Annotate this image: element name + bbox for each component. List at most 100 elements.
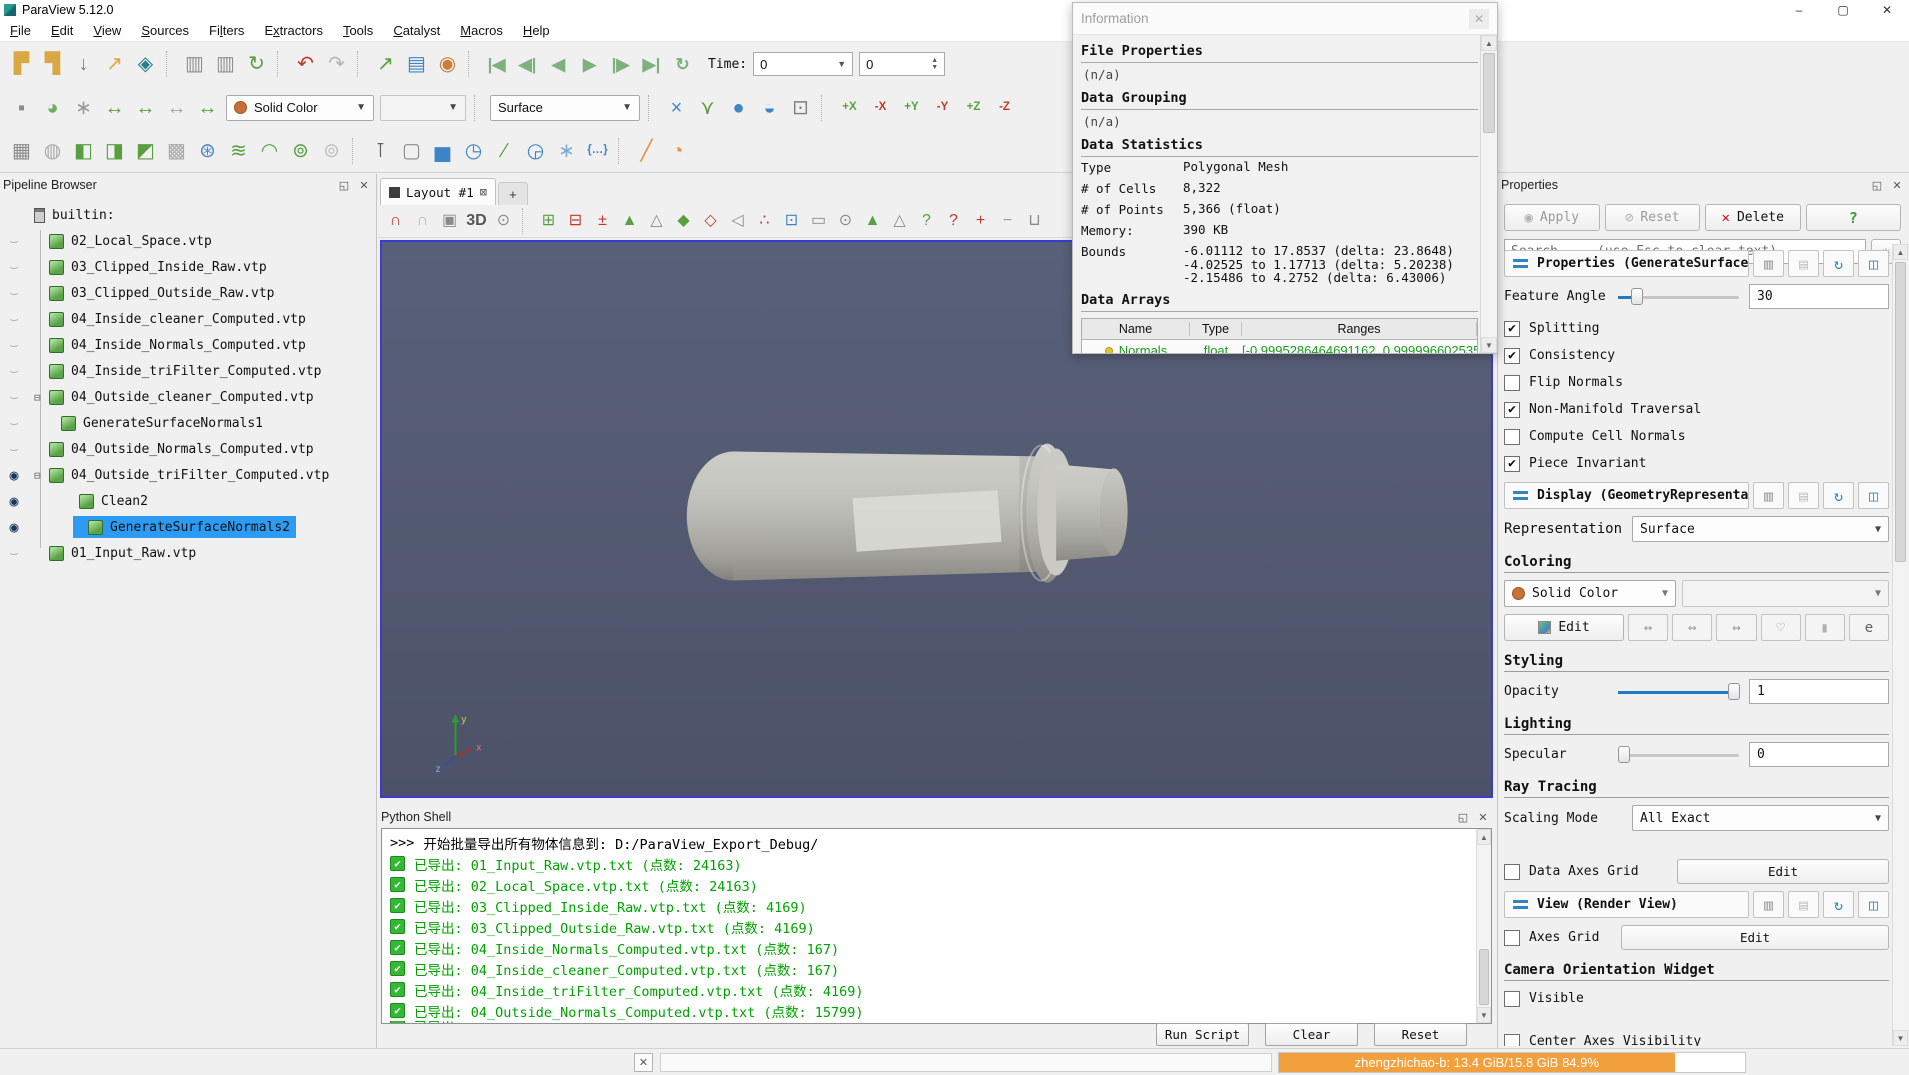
select-cells-on-icon[interactable]: × — [661, 92, 692, 123]
menu-item[interactable]: View — [83, 21, 131, 40]
previous-frame-icon[interactable]: ◀| — [512, 49, 543, 80]
reset-defaults-icon[interactable]: ↗ — [370, 49, 401, 80]
restore-defaults-icon[interactable]: ↻ — [1823, 482, 1854, 509]
extract-group-icon[interactable]: ⊚ — [316, 135, 347, 166]
select-frustum-points-icon[interactable]: ◇ — [697, 208, 724, 235]
visibility-eye-icon[interactable] — [0, 466, 28, 484]
visibility-eye-icon[interactable] — [0, 232, 28, 250]
rescale-to-data-range-icon[interactable]: ↔ — [99, 92, 130, 123]
edit-color-map-button[interactable]: Edit — [1504, 614, 1624, 641]
visibility-eye-icon[interactable] — [0, 518, 28, 536]
axes-grid-edit-button[interactable]: Edit — [1621, 925, 1889, 950]
menu-item[interactable]: Filters — [199, 21, 254, 40]
copy-properties-icon[interactable]: ▥ — [1753, 250, 1784, 277]
plot-selection-over-time-icon[interactable]: ◶ — [520, 135, 551, 166]
pipeline-item[interactable]: 03_Clipped_Outside_Raw.vtp — [0, 280, 376, 306]
save-defaults-icon[interactable]: ◫ — [1858, 250, 1889, 277]
menu-item[interactable]: Macros — [450, 21, 513, 40]
add-selection-icon[interactable]: ⊞ — [535, 208, 562, 235]
undo-icon[interactable]: ↶ — [290, 49, 321, 80]
show-color-legend-icon[interactable]: ▮ — [1805, 614, 1845, 641]
calculator-icon[interactable]: ▦ — [6, 135, 37, 166]
visibility-eye-icon[interactable] — [0, 388, 28, 406]
color-array-combo[interactable]: ▼ — [380, 95, 466, 121]
set-view-minus-y-icon[interactable]: -Y — [927, 92, 958, 123]
rescale-to-visible-range-icon[interactable]: ↔ — [192, 92, 223, 123]
reset-button[interactable]: Reset — [1374, 1023, 1467, 1046]
pipeline-item[interactable]: 04_Outside_cleaner_Computed.vtp — [0, 384, 376, 410]
save-defaults-icon[interactable]: ◫ — [1858, 482, 1889, 509]
coloring-component-select[interactable]: ▼ — [1682, 580, 1889, 607]
export-scene-icon[interactable]: ↗ — [99, 49, 130, 80]
zoom-to-box-icon[interactable]: ⊡ — [785, 92, 816, 123]
restore-defaults-icon[interactable]: ↻ — [1823, 250, 1854, 277]
reset-button[interactable]: ⊘Reset — [1605, 204, 1701, 231]
rescale-to-temporal-range-icon[interactable]: ↔ — [161, 92, 192, 123]
ruler-icon[interactable]: ╱ — [631, 135, 662, 166]
visibility-eye-icon[interactable] — [0, 258, 28, 276]
close-panel-icon[interactable]: ✕ — [1475, 809, 1491, 825]
visibility-eye-icon[interactable] — [0, 362, 28, 380]
visibility-eye-icon[interactable] — [0, 284, 28, 302]
expander-icon[interactable] — [34, 469, 48, 482]
interaction-mode-2d-icon[interactable]: ∩ — [409, 208, 436, 235]
run-script-button[interactable]: Run Script — [1156, 1023, 1249, 1046]
interactive-select-cells-icon[interactable]: ▲ — [859, 208, 886, 235]
paste-properties-icon[interactable]: ▤ — [1788, 482, 1819, 509]
play-icon[interactable]: ▶ — [574, 49, 605, 80]
maximize-button[interactable]: ▢ — [1821, 0, 1865, 20]
copy-properties-icon[interactable]: ▥ — [1753, 482, 1784, 509]
visibility-eye-icon[interactable] — [0, 414, 28, 432]
visibility-eye-icon[interactable] — [0, 544, 28, 562]
float-panel-icon[interactable]: ◱ — [1455, 809, 1471, 825]
menu-item[interactable]: Extractors — [254, 21, 333, 40]
visibility-eye-icon[interactable] — [0, 492, 28, 510]
toggle-color-legend-icon[interactable]: ▪ — [6, 92, 37, 123]
plot-over-time-icon[interactable]: ◷ — [458, 135, 489, 166]
open-data-icon[interactable]: ▛ — [6, 49, 37, 80]
scrollbar-thumb[interactable] — [1895, 262, 1906, 562]
new-layout-tab-button[interactable]: + — [498, 182, 528, 205]
minimize-button[interactable]: – — [1777, 0, 1821, 20]
color-by-combo[interactable]: Solid Color▼ — [226, 95, 374, 121]
feature-angle-slider[interactable] — [1618, 288, 1739, 306]
select-frustum-cells-icon[interactable]: ◆ — [670, 208, 697, 235]
rescale-to-custom-range-icon[interactable]: ↔ — [1672, 614, 1712, 641]
save-defaults-icon[interactable]: ◫ — [1858, 891, 1889, 918]
information-scrollbar[interactable]: ▲ ▼ — [1480, 35, 1497, 353]
menu-item[interactable]: Help — [513, 21, 560, 40]
time-value-combo[interactable]: 0▼ — [753, 52, 853, 76]
pipeline-item[interactable]: 01_Input_Raw.vtp — [0, 540, 376, 566]
data-axes-grid-edit-button[interactable]: Edit — [1677, 859, 1889, 884]
auto-apply-icon[interactable]: ▤ — [401, 49, 432, 80]
select-block-icon[interactable]: ⊡ — [778, 208, 805, 235]
menu-item[interactable]: File — [0, 21, 41, 40]
load-color-palette-icon[interactable]: ◉ — [432, 49, 463, 80]
pipeline-root-item[interactable]: builtin: — [0, 202, 376, 228]
close-button[interactable]: ✕ — [1865, 0, 1909, 20]
capture-screenshot-icon[interactable]: ▣ — [436, 208, 463, 235]
paste-properties-icon[interactable]: ▤ — [1788, 891, 1819, 918]
visible-checkbox[interactable] — [1504, 991, 1520, 1007]
hover-cells-icon[interactable]: ⊙ — [832, 208, 859, 235]
toggle-selection-icon[interactable]: ± — [589, 208, 616, 235]
zoom-to-box-icon[interactable]: ⊙ — [490, 208, 517, 235]
select-polygon-points-icon[interactable]: ∴ — [751, 208, 778, 235]
select-points-on-icon[interactable]: ⋎ — [692, 92, 723, 123]
specular-slider[interactable] — [1618, 746, 1739, 764]
grow-selection-icon[interactable]: + — [967, 208, 994, 235]
rescale-to-data-range-icon[interactable]: ↔ — [1628, 614, 1668, 641]
first-frame-icon[interactable]: |◀ — [481, 49, 512, 80]
menu-item[interactable]: Edit — [41, 21, 83, 40]
select-points-with-query-icon[interactable]: ? — [940, 208, 967, 235]
data-array-row[interactable]: Normals float [-0.9995286464691162, 0.99… — [1082, 340, 1477, 354]
plot-over-line-icon[interactable]: ∕ — [489, 135, 520, 166]
visibility-eye-icon[interactable] — [0, 310, 28, 328]
choose-color-preset-icon[interactable]: ♡ — [1761, 614, 1801, 641]
tab-layout-1[interactable]: Layout #1 ⊠ — [380, 178, 496, 205]
information-title-bar[interactable]: Information ✕ — [1073, 3, 1497, 35]
group-datasets-icon[interactable]: ⊚ — [285, 135, 316, 166]
scaling-mode-select[interactable]: All Exact▼ — [1632, 805, 1889, 831]
scroll-down-icon[interactable]: ▼ — [1481, 337, 1497, 353]
extract-selection-icon[interactable]: ▢ — [396, 135, 427, 166]
